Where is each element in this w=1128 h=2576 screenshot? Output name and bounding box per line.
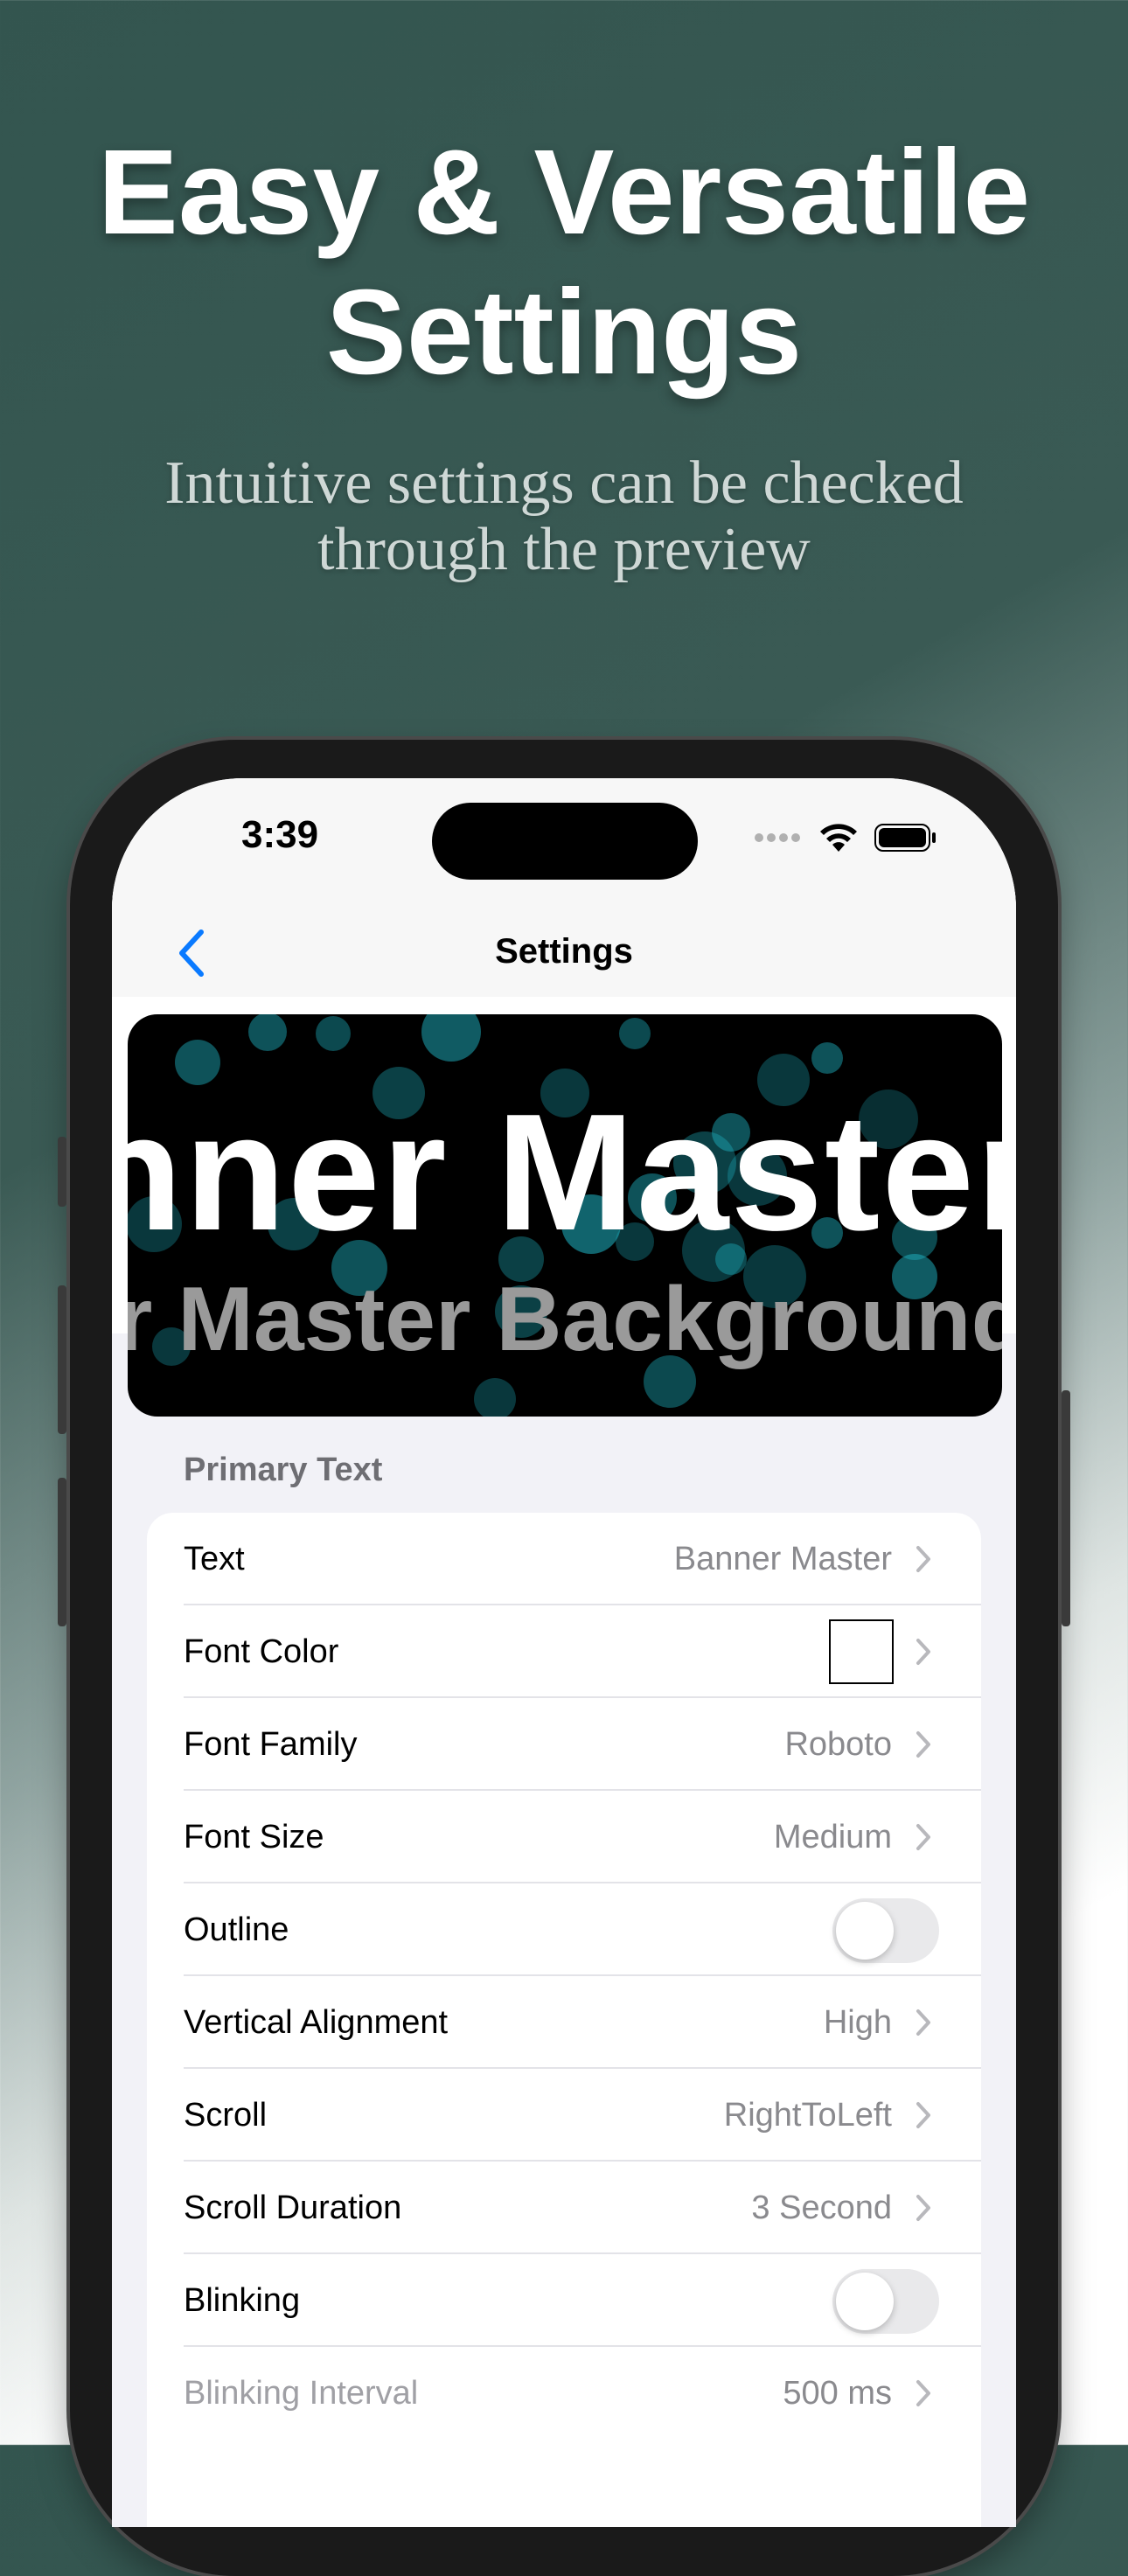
row-label: Blinking — [184, 2282, 301, 2319]
headline: Easy & Versatile Settings — [0, 122, 1128, 402]
row-label: Vertical Alignment — [184, 2004, 449, 2041]
color-swatch — [829, 1619, 894, 1684]
row-value: 500 ms — [783, 2375, 892, 2412]
preview-secondary-text: Banner Master Background Setup — [128, 1269, 1002, 1370]
row-value: Medium — [773, 1819, 892, 1855]
row-blinking-interval[interactable]: Blinking Interval 500 ms — [147, 2347, 981, 2440]
outline-toggle[interactable] — [832, 1898, 939, 1963]
preview-primary-text: Banner Master — [128, 1080, 1002, 1265]
chevron-right-icon — [916, 1639, 930, 1665]
status-icons — [754, 822, 937, 853]
row-value: RightToLeft — [723, 2097, 892, 2134]
chevron-right-icon — [916, 1731, 930, 1758]
row-value: High — [823, 2004, 892, 2041]
power-button — [1062, 1390, 1070, 1626]
row-label: Font Color — [184, 1633, 339, 1670]
row-value: 3 Second — [751, 2190, 892, 2226]
row-blinking: Blinking — [147, 2254, 981, 2347]
section-header: Primary Text — [184, 1452, 383, 1488]
chevron-right-icon — [916, 1824, 930, 1850]
chevron-right-icon — [916, 2102, 930, 2128]
row-value: Roboto — [784, 1726, 892, 1763]
headline-line-2: Settings — [325, 265, 803, 400]
settings-group: Text Banner Master Font Color Font Famil… — [147, 1513, 981, 2527]
row-label: Scroll Duration — [184, 2190, 402, 2226]
phone-screen: 3:39 Settings nner Master r Master Backg… — [112, 778, 1016, 2527]
wifi-icon — [820, 824, 857, 852]
battery-icon — [874, 824, 936, 852]
action-button — [58, 1137, 66, 1207]
row-font-color[interactable]: Font Color — [147, 1605, 981, 1698]
row-font-size[interactable]: Font Size Medium — [147, 1791, 981, 1883]
chevron-right-icon — [916, 1546, 930, 1572]
row-scroll[interactable]: Scroll RightToLeft — [147, 2069, 981, 2162]
row-outline: Outline — [147, 1883, 981, 1976]
row-value: Banner Master — [673, 1541, 892, 1577]
dots-icon — [755, 833, 800, 842]
toggle-knob — [836, 1902, 894, 1960]
chevron-right-icon — [916, 2009, 930, 2036]
chevron-right-icon — [916, 2380, 930, 2406]
toggle-knob — [836, 2273, 894, 2330]
subheadline: Intuitive settings can be checked throug… — [0, 450, 1128, 583]
row-vertical-alignment[interactable]: Vertical Alignment High — [147, 1976, 981, 2069]
row-label: Font Family — [184, 1726, 358, 1763]
row-label: Font Size — [184, 1819, 324, 1855]
row-font-family[interactable]: Font Family Roboto — [147, 1698, 981, 1791]
navigation-bar: Settings — [112, 892, 1016, 997]
volume-down-button — [58, 1478, 66, 1626]
banner-preview: Banner Master Banner Master Background S… — [128, 1014, 1002, 1417]
row-label: Scroll — [184, 2097, 268, 2134]
headline-line-1: Easy & Versatile — [97, 125, 1031, 260]
chevron-right-icon — [916, 2195, 930, 2221]
dynamic-island — [432, 803, 698, 880]
volume-up-button — [58, 1285, 66, 1434]
row-label: Blinking Interval — [184, 2375, 419, 2412]
page-title: Settings — [495, 932, 633, 971]
status-time: 3:39 — [241, 813, 319, 856]
subheadline-line-2: through the preview — [317, 516, 811, 583]
subheadline-line-1: Intuitive settings can be checked — [164, 449, 964, 517]
blinking-toggle[interactable] — [832, 2269, 939, 2334]
row-label: Outline — [184, 1911, 289, 1948]
row-text[interactable]: Text Banner Master — [147, 1513, 981, 1605]
row-scroll-duration[interactable]: Scroll Duration 3 Second — [147, 2162, 981, 2254]
row-label: Text — [184, 1541, 245, 1577]
